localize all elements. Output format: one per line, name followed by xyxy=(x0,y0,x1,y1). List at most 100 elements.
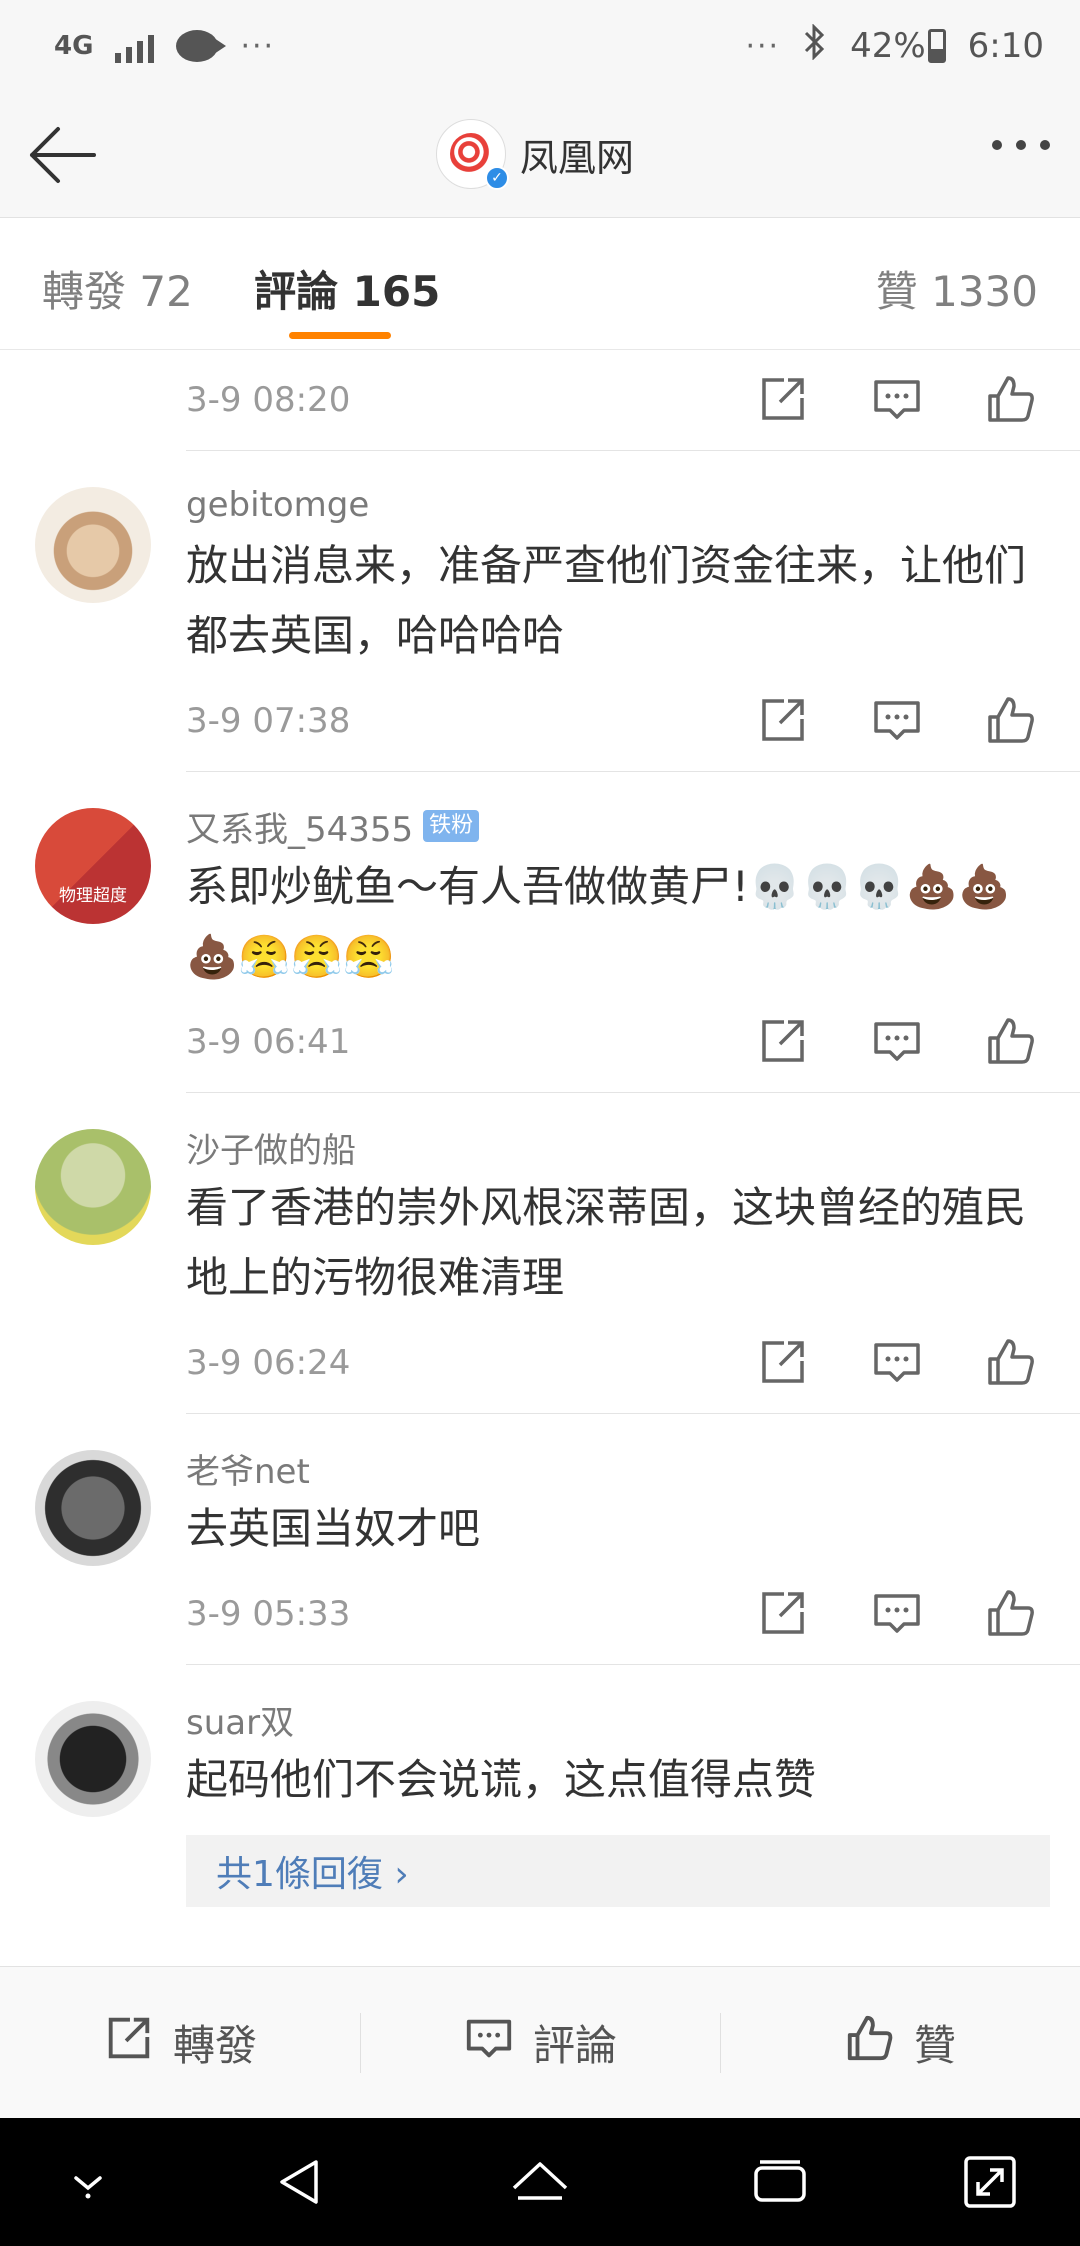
like-button[interactable]: 贊 xyxy=(720,1967,1080,2118)
status-bar: 4G ··· ··· 42% 6:10 xyxy=(0,0,1080,92)
phoenix-logo-icon xyxy=(450,133,492,175)
back-icon[interactable] xyxy=(270,2152,330,2212)
like-icon[interactable] xyxy=(984,1335,1038,1389)
comment-item[interactable]: gebitomge 放出消息来，准备严查他们资金往来，让他们都去英国，哈哈哈哈 xyxy=(0,451,1080,671)
share-icon[interactable] xyxy=(756,372,810,426)
expand-icon[interactable] xyxy=(960,2152,1020,2212)
avatar-label: 物理超度 xyxy=(59,886,127,906)
comment-item[interactable]: 老爷net 去英国当奴才吧 xyxy=(0,1414,1080,1566)
home-icon[interactable] xyxy=(510,2152,570,2212)
comment-text: 看了香港的崇外风根深蒂固，这块曾经的殖民地上的污物很难清理 xyxy=(186,1183,1027,1302)
status-left: 4G ··· xyxy=(54,29,275,64)
like-icon[interactable] xyxy=(984,372,1038,426)
status-right-overflow: ··· xyxy=(745,28,781,64)
comment-text: 去英国当奴才吧 xyxy=(186,1504,481,1553)
comment-item[interactable]: suar双 起码他们不会说谎，这点值得点赞 xyxy=(0,1665,1080,1817)
network-type: 4G xyxy=(54,31,94,61)
comment-time: 3-9 06:24 xyxy=(186,1343,351,1383)
user-avatar[interactable] xyxy=(35,1129,151,1245)
comment-text: 系即炒鱿鱼～有人吾做做黄尸!💀💀💀💩💩💩😤😤😤 xyxy=(186,862,1011,981)
comment-time: 3-9 06:41 xyxy=(186,1022,351,1062)
comment-username[interactable]: 老爷net xyxy=(186,1414,1050,1494)
comment-icon xyxy=(463,2012,515,2074)
tab-bar: 轉發 72 評論 165 贊 1330 xyxy=(0,218,1080,350)
comment-actions xyxy=(756,372,1038,426)
comment-time: 3-9 05:33 xyxy=(186,1594,351,1634)
comment-icon[interactable] xyxy=(870,1335,924,1389)
repost-label: 轉發 xyxy=(172,2021,257,2070)
status-right: ··· 42% 6:10 xyxy=(745,22,1044,69)
status-overflow: ··· xyxy=(240,28,276,64)
comment-item[interactable]: 物理超度 又系我_54355 铁粉 系即炒鱿鱼～有人吾做做黄尸!💀💀💀💩💩💩😤😤… xyxy=(0,772,1080,992)
share-icon[interactable] xyxy=(756,1335,810,1389)
comment-meta: 3-9 06:24 xyxy=(0,1313,1080,1413)
clock: 6:10 xyxy=(967,26,1044,66)
user-avatar[interactable] xyxy=(35,1701,151,1817)
system-nav-bar xyxy=(0,2118,1080,2246)
comment-actions xyxy=(756,1335,1038,1389)
comment-icon[interactable] xyxy=(870,1586,924,1640)
comment-text: 起码他们不会说谎，这点值得点赞 xyxy=(186,1755,817,1804)
comment-meta: 3-9 05:33 xyxy=(0,1564,1080,1664)
comment-actions xyxy=(756,693,1038,747)
like-icon xyxy=(844,2012,896,2074)
nav-title[interactable]: ✓ 凤凰网 xyxy=(436,114,634,194)
comment-button[interactable]: 評論 xyxy=(360,1967,720,2118)
comment-username[interactable]: 沙子做的船 xyxy=(186,1093,1050,1173)
username-text[interactable]: 又系我_54355 xyxy=(186,802,413,851)
nav-bar: ✓ 凤凰网 xyxy=(0,92,1080,218)
view-replies-link[interactable]: 共1條回復 › xyxy=(186,1835,1050,1907)
bottom-action-bar: 轉發 評論 贊 xyxy=(0,1966,1080,2118)
share-icon xyxy=(103,2012,155,2074)
comment-meta: 3-9 06:41 xyxy=(0,992,1080,1092)
like-label: 贊 xyxy=(913,2021,956,2070)
repost-button[interactable]: 轉發 xyxy=(0,1967,360,2118)
like-icon[interactable] xyxy=(984,1014,1038,1068)
share-icon[interactable] xyxy=(756,1014,810,1068)
battery: 42% xyxy=(850,26,946,66)
recents-icon[interactable] xyxy=(750,2152,810,2212)
tab-like[interactable]: 贊 1330 xyxy=(876,258,1038,319)
more-icon[interactable] xyxy=(992,140,1050,150)
comment-actions xyxy=(756,1586,1038,1640)
like-icon[interactable] xyxy=(984,1586,1038,1640)
tab-repost[interactable]: 轉發 72 xyxy=(42,258,193,319)
fan-badge: 铁粉 xyxy=(423,810,480,842)
account-avatar[interactable]: ✓ xyxy=(436,119,509,190)
username-text[interactable]: gebitomge xyxy=(186,485,369,525)
comment-icon[interactable] xyxy=(870,1014,924,1068)
username-text[interactable]: 老爷net xyxy=(186,1444,310,1493)
username-text[interactable]: 沙子做的船 xyxy=(186,1123,356,1172)
verified-icon: ✓ xyxy=(485,166,509,190)
comment-list[interactable]: 3-9 08:20 gebitomge 放出消息来，准备严查他们资金往来，让他们… xyxy=(0,350,1080,1917)
comment-icon[interactable] xyxy=(870,372,924,426)
bluetooth-icon xyxy=(802,22,828,69)
like-icon[interactable] xyxy=(984,693,1038,747)
fish-app-icon xyxy=(176,30,227,62)
comment-actions xyxy=(756,1014,1038,1068)
comment-username[interactable]: suar双 xyxy=(186,1665,1050,1745)
comment-item[interactable]: 沙子做的船 看了香港的崇外风根深蒂固，这块曾经的殖民地上的污物很难清理 xyxy=(0,1093,1080,1313)
tab-comment[interactable]: 評論 165 xyxy=(254,258,440,319)
user-avatar[interactable] xyxy=(35,487,151,603)
battery-icon xyxy=(927,29,946,63)
comment-username[interactable]: 又系我_54355 铁粉 xyxy=(186,772,1050,852)
down-icon[interactable] xyxy=(58,2152,118,2212)
signal-icon xyxy=(115,29,155,63)
comment-meta: 3-9 08:20 xyxy=(0,350,1080,450)
username-text[interactable]: suar双 xyxy=(186,1695,294,1744)
share-icon[interactable] xyxy=(756,693,810,747)
user-avatar[interactable] xyxy=(35,1450,151,1566)
account-name: 凤凰网 xyxy=(520,135,635,180)
active-tab-indicator xyxy=(289,332,391,339)
comment-time: 3-9 07:38 xyxy=(186,701,351,741)
back-arrow-icon[interactable] xyxy=(24,120,104,190)
comment-time: 3-9 08:20 xyxy=(186,380,351,420)
comment-meta: 3-9 07:38 xyxy=(0,671,1080,771)
comment-username[interactable]: gebitomge xyxy=(186,451,1050,531)
comment-text: 放出消息来，准备严查他们资金往来，让他们都去英国，哈哈哈哈 xyxy=(186,541,1027,660)
share-icon[interactable] xyxy=(756,1586,810,1640)
user-avatar[interactable]: 物理超度 xyxy=(35,808,151,924)
comment-label: 評論 xyxy=(532,2021,617,2070)
comment-icon[interactable] xyxy=(870,693,924,747)
